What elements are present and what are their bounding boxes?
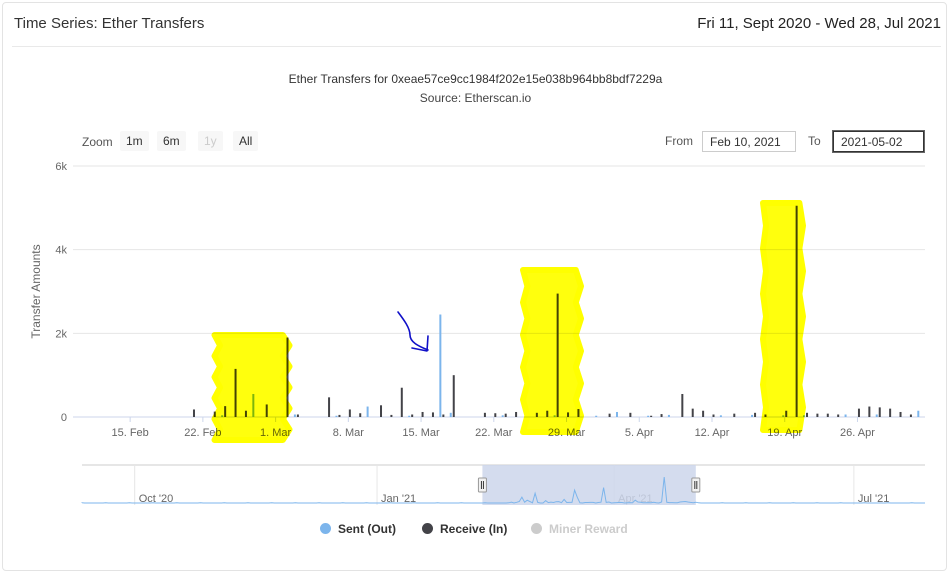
bar [442, 414, 445, 417]
bar [366, 406, 369, 417]
bar [667, 414, 670, 417]
bar [816, 413, 819, 417]
bar [328, 397, 331, 417]
bar [608, 413, 611, 417]
bar [380, 405, 383, 417]
y-tick-label: 2k [55, 328, 67, 340]
navigator-handle[interactable] [477, 477, 487, 493]
bar [878, 407, 881, 417]
navigator-handle[interactable] [691, 477, 701, 493]
bar [702, 410, 705, 417]
highlight-scribble [520, 267, 584, 435]
bar [359, 413, 362, 417]
legend-sent[interactable]: Sent (Out) [320, 522, 396, 536]
x-tick-label: 12. Apr [695, 427, 730, 439]
bar [449, 412, 452, 417]
x-tick-label: 26. Apr [840, 427, 875, 439]
bar [691, 408, 694, 417]
bar [400, 387, 403, 417]
bar [390, 414, 393, 417]
bar [806, 412, 809, 417]
legend-receive[interactable]: Receive (In) [422, 522, 507, 536]
bar [293, 414, 296, 417]
legend-miner[interactable]: Miner Reward [531, 522, 628, 536]
bar [504, 413, 507, 417]
bar [408, 415, 411, 417]
highlight-scribble [211, 332, 293, 443]
bar [754, 412, 757, 417]
bar [439, 314, 442, 417]
bar [844, 414, 847, 417]
x-tick-label: 8. Mar [333, 427, 365, 439]
bar [411, 414, 414, 417]
y-axis-title: Transfer Amounts [29, 244, 43, 338]
x-tick-label: 5. Apr [625, 427, 654, 439]
x-tick-label: 15. Mar [402, 427, 440, 439]
bar [917, 410, 920, 417]
y-tick-label: 0 [61, 412, 67, 424]
bar [719, 415, 722, 417]
bar [515, 411, 518, 417]
x-tick-label: 22. Mar [475, 427, 513, 439]
bar [660, 414, 663, 417]
bar [733, 413, 736, 417]
bar [681, 393, 684, 417]
bar [483, 412, 486, 417]
bar [595, 415, 598, 417]
bar [421, 411, 424, 417]
bar [837, 414, 840, 417]
ether-transfers-chart: 02k4k6kTransfer Amounts15. Feb22. Feb1. … [29, 161, 925, 505]
annotation-arrow [397, 311, 429, 351]
bar [615, 411, 618, 417]
x-tick-label: 15. Feb [111, 427, 148, 439]
bar [868, 406, 871, 417]
bar [431, 412, 434, 417]
bar [629, 412, 632, 417]
legend-miner-marker [531, 523, 542, 534]
bar [296, 414, 299, 417]
bar [889, 408, 892, 417]
bar [909, 414, 912, 417]
bar [192, 409, 195, 417]
legend-receive-marker [422, 523, 433, 534]
legend-sent-marker [320, 523, 331, 534]
bar [650, 415, 653, 417]
bar [348, 409, 351, 417]
highlight-scribble [760, 200, 806, 433]
bar [338, 414, 341, 417]
bar [712, 414, 715, 417]
bar [826, 413, 829, 417]
legend-miner-label: Miner Reward [549, 522, 628, 536]
bar [875, 414, 878, 417]
bar [899, 411, 902, 417]
bar [857, 408, 860, 417]
bar [335, 415, 338, 417]
legend-sent-label: Sent (Out) [338, 522, 396, 536]
y-tick-label: 6k [55, 161, 67, 173]
legend-receive-label: Receive (In) [440, 522, 508, 536]
bar [647, 415, 650, 417]
y-tick-label: 4k [55, 245, 67, 257]
bar [751, 414, 754, 417]
bar [501, 415, 504, 417]
bar [494, 413, 497, 417]
bar [452, 375, 455, 417]
